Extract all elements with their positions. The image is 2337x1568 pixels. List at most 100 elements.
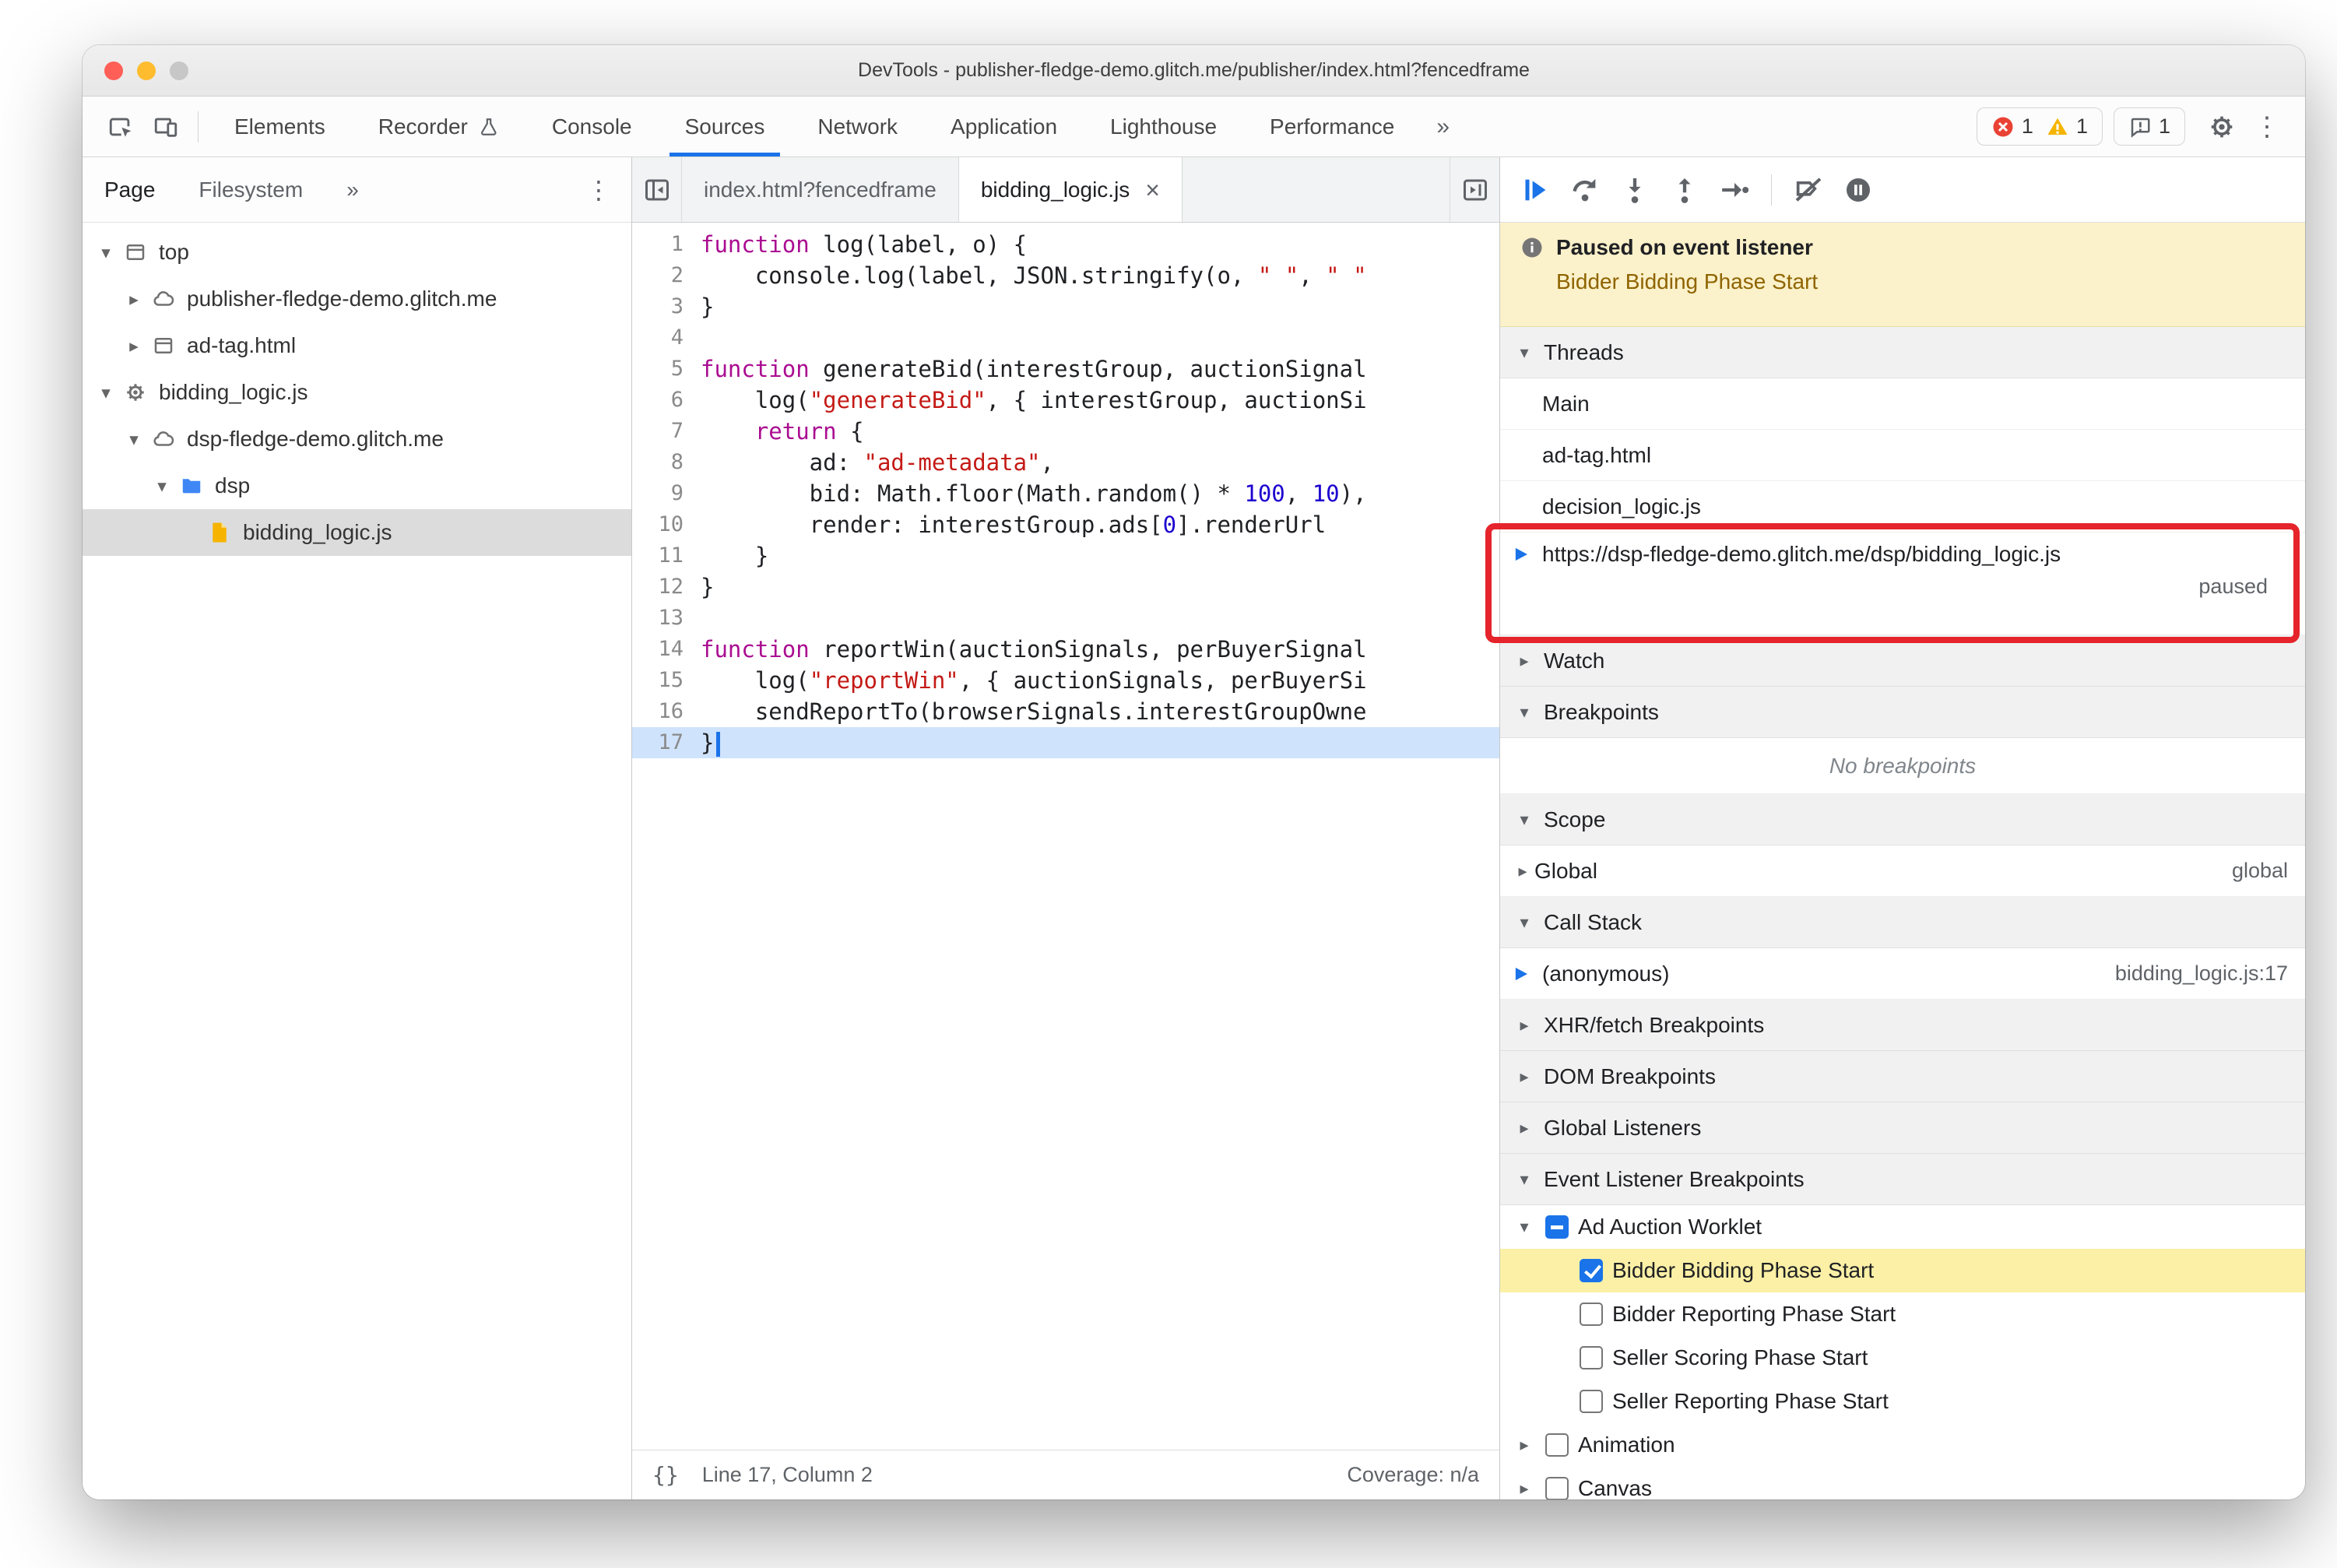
triangle-right-icon[interactable]: ▸ [1513,1435,1536,1455]
editor-tab-bidding-logic-js[interactable]: bidding_logic.js × [958,157,1183,222]
code-line-content[interactable]: ad: "ad-metadata", [701,447,1499,478]
triangle-down-icon[interactable]: ▾ [148,476,176,497]
gutter-line-number[interactable]: 16 [632,696,701,727]
elb-item-seller-scoring-phase-start[interactable]: Seller Scoring Phase Start [1500,1336,2305,1380]
checkbox[interactable] [1545,1433,1569,1457]
tree-item-ad-tag-html[interactable]: ▸ ad-tag.html [83,322,631,369]
code-line-content[interactable] [701,603,1499,634]
breakpoints-section-header[interactable]: ▾ Breakpoints [1500,687,2305,738]
code-line-content[interactable]: render: interestGroup.ads[0].renderUrl [701,509,1499,540]
code-line-content[interactable]: } [701,727,1499,758]
triangle-right-icon[interactable]: ▸ [1511,861,1534,881]
tree-item-dsp[interactable]: ▾ dsp [83,462,631,509]
zoom-window-button[interactable] [170,61,188,80]
tree-item-bidding-logic-js[interactable]: bidding_logic.js [83,509,631,556]
tree-item-bidding-logic-js[interactable]: ▾ bidding_logic.js [83,369,631,416]
close-window-button[interactable] [104,61,123,80]
gutter-line-number[interactable]: 17 [632,727,701,758]
more-navigator-tabs-icon[interactable]: » [325,157,381,222]
scope-global-row[interactable]: ▸ Global global [1500,846,2305,897]
code-line-content[interactable]: } [701,540,1499,571]
minimize-window-button[interactable] [137,61,156,80]
code-line-content[interactable]: function log(label, o) { [701,229,1499,260]
call-stack-section-header[interactable]: ▾ Call Stack [1500,897,2305,948]
gutter-line-number[interactable]: 11 [632,540,701,571]
thread-https-dsp-fledge-demo-glitch-me-dsp-bidding-logic-js[interactable]: https://dsp-fledge-demo.glitch.me/dsp/bi… [1500,533,2305,635]
gutter-line-number[interactable]: 12 [632,571,701,603]
gutter-line-number[interactable]: 8 [632,447,701,478]
device-toolbar-icon[interactable] [143,104,188,149]
toggle-navigator-icon[interactable] [632,157,682,222]
triangle-down-icon[interactable]: ▾ [1513,1217,1536,1237]
checkbox[interactable] [1580,1259,1603,1282]
panel-tab-performance[interactable]: Performance [1243,97,1421,156]
gutter-line-number[interactable]: 6 [632,385,701,416]
step-out-button[interactable] [1662,167,1707,213]
elb-category-canvas[interactable]: ▸ Canvas [1500,1467,2305,1499]
settings-gear-icon[interactable] [2199,104,2244,149]
editor-overflow-icon[interactable] [1450,157,1499,222]
deactivate-breakpoints-button[interactable] [1786,167,1831,213]
panel-tab-sources[interactable]: Sources [659,97,792,156]
navigator-kebab-menu-icon[interactable]: ⋮ [566,175,631,205]
more-panels-icon[interactable]: » [1421,114,1465,140]
panel-tab-recorder[interactable]: Recorder [352,97,525,156]
step-into-button[interactable] [1612,167,1657,213]
watch-section-header[interactable]: ▸ Watch [1500,635,2305,687]
close-tab-icon[interactable]: × [1145,178,1160,202]
checkbox[interactable] [1580,1303,1603,1326]
tree-item-dsp-fledge-demo-glitch-me[interactable]: ▾ dsp-fledge-demo.glitch.me [83,416,631,462]
elb-item-seller-reporting-phase-start[interactable]: Seller Reporting Phase Start [1500,1380,2305,1423]
thread-ad-tag-html[interactable]: ad-tag.html [1500,430,2305,481]
global-listeners-section-header[interactable]: ▸ Global Listeners [1500,1102,2305,1154]
elb-category-animation[interactable]: ▸ Animation [1500,1423,2305,1467]
issues-button[interactable]: 1 [2113,107,2185,146]
scope-section-header[interactable]: ▾ Scope [1500,794,2305,846]
kebab-menu-icon[interactable]: ⋮ [2244,104,2290,149]
thread-main[interactable]: Main [1500,378,2305,430]
panel-tab-lighthouse[interactable]: Lighthouse [1084,97,1243,156]
code-line-content[interactable]: bid: Math.floor(Math.random() * 100, 10)… [701,478,1499,509]
triangle-down-icon[interactable]: ▾ [92,382,120,403]
gutter-line-number[interactable]: 4 [632,322,701,353]
triangle-right-icon[interactable]: ▸ [1513,1478,1536,1499]
pretty-print-button[interactable]: {} [652,1462,679,1488]
console-errors-warnings[interactable]: 1 1 [1976,107,2103,146]
call-stack-frame[interactable]: (anonymous) bidding_logic.js:17 [1500,948,2305,1000]
event-listener-breakpoints-section-header[interactable]: ▾ Event Listener Breakpoints [1500,1154,2305,1205]
xhr-breakpoints-section-header[interactable]: ▸ XHR/fetch Breakpoints [1500,1000,2305,1051]
elb-item-bidder-reporting-phase-start[interactable]: Bidder Reporting Phase Start [1500,1292,2305,1336]
triangle-down-icon[interactable]: ▾ [92,242,120,263]
gutter-line-number[interactable]: 3 [632,291,701,322]
threads-section-header[interactable]: ▾ Threads [1500,327,2305,378]
code-line-content[interactable]: function reportWin(auctionSignals, perBu… [701,634,1499,665]
gutter-line-number[interactable]: 1 [632,229,701,260]
code-line-content[interactable]: log("generateBid", { interestGroup, auct… [701,385,1499,416]
pause-on-exceptions-button[interactable] [1836,167,1881,213]
triangle-down-icon[interactable]: ▾ [120,429,148,450]
gutter-line-number[interactable]: 5 [632,353,701,385]
gutter-line-number[interactable]: 15 [632,665,701,696]
code-line-content[interactable]: console.log(label, JSON.stringify(o, " "… [701,260,1499,291]
step-button[interactable] [1712,167,1757,213]
tree-item-top[interactable]: ▾ top [83,229,631,276]
inspect-element-icon[interactable] [98,104,143,149]
gutter-line-number[interactable]: 2 [632,260,701,291]
gutter-line-number[interactable]: 14 [632,634,701,665]
code-line-content[interactable]: sendReportTo(browserSignals.interestGrou… [701,696,1499,727]
elb-item-bidder-bidding-phase-start[interactable]: Bidder Bidding Phase Start [1500,1249,2305,1292]
gutter-line-number[interactable]: 10 [632,509,701,540]
gutter-line-number[interactable]: 13 [632,603,701,634]
resume-button[interactable] [1513,167,1558,213]
checkbox[interactable] [1580,1346,1603,1369]
panel-tab-console[interactable]: Console [525,97,659,156]
code-line-content[interactable] [701,322,1499,353]
triangle-right-icon[interactable]: ▸ [120,336,148,357]
code-line-content[interactable]: return { [701,416,1499,447]
gutter-line-number[interactable]: 7 [632,416,701,447]
code-line-content[interactable]: } [701,571,1499,603]
step-over-button[interactable] [1562,167,1608,213]
code-line-content[interactable]: log("reportWin", { auctionSignals, perBu… [701,665,1499,696]
checkbox[interactable] [1545,1477,1569,1499]
editor-tab-index-html-fencedframe[interactable]: index.html?fencedframe [682,157,959,222]
